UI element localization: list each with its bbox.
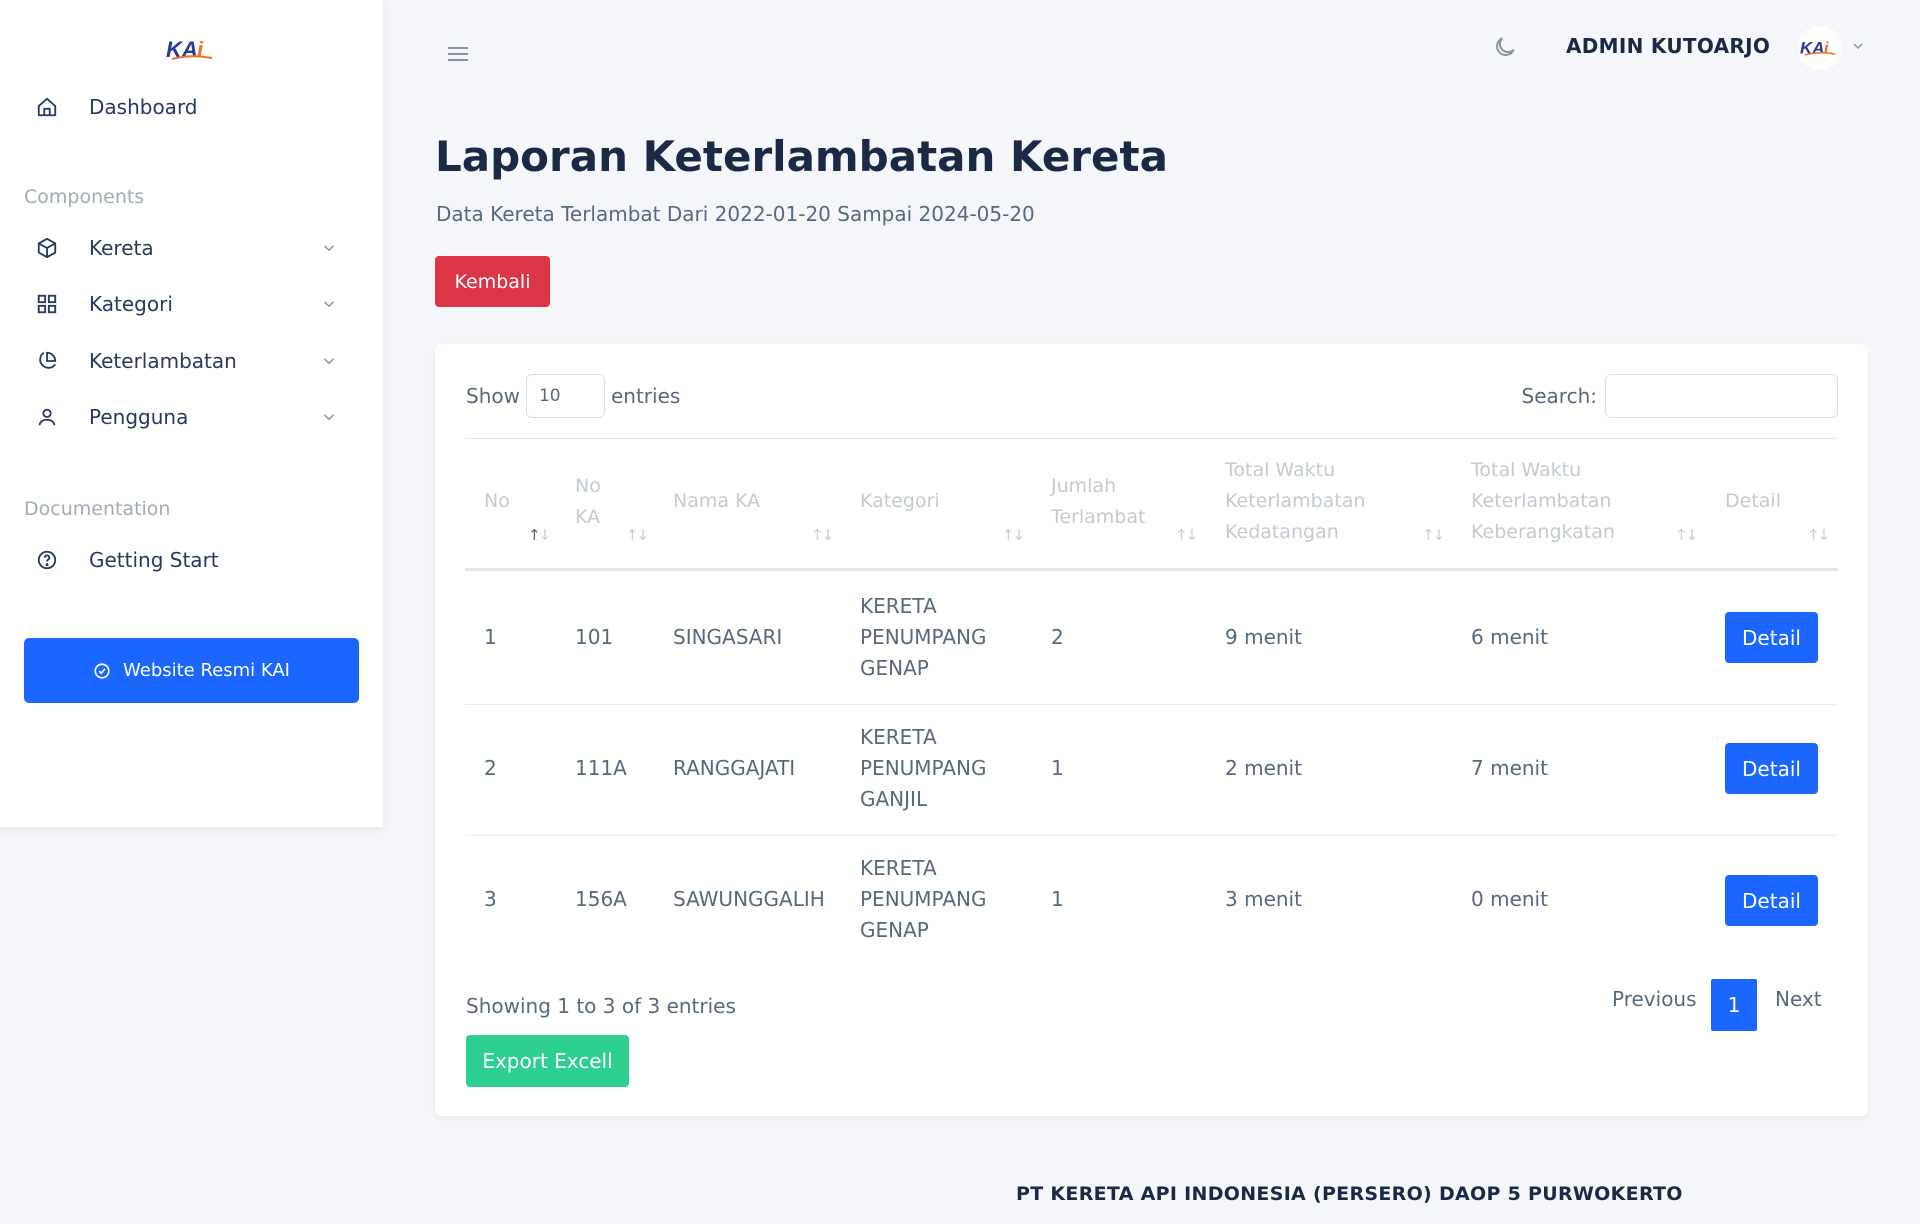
svg-text:i: i (197, 37, 204, 62)
documentation-heading: Documentation (24, 498, 171, 520)
cell-jumlah: 1 (1051, 887, 1064, 911)
sort-icon[interactable]: ↑↓ (1675, 526, 1698, 544)
pie-chart-icon (24, 337, 72, 385)
detail-button[interactable]: Detail (1725, 612, 1818, 663)
column-header-nama-ka[interactable]: Nama KA (673, 486, 760, 517)
search-input[interactable] (1605, 374, 1838, 418)
chevron-down-icon[interactable] (1850, 38, 1866, 54)
menu-toggle-icon[interactable] (446, 44, 470, 64)
search-label: Search: (1521, 384, 1597, 408)
column-header-detail[interactable]: Detail (1725, 486, 1781, 517)
kembali-button[interactable]: Kembali (435, 256, 550, 307)
cell-kedatangan: 9 menit (1225, 625, 1302, 649)
cell-nama-ka: SAWUNGGALIH (673, 887, 825, 911)
detail-button[interactable]: Detail (1725, 743, 1818, 794)
pagination-page-1[interactable]: 1 (1711, 979, 1757, 1031)
cell-no-ka: 101 (575, 625, 614, 649)
footer-text: PT KERETA API INDONESIA (PERSERO) DAOP 5… (1016, 1183, 1683, 1205)
cell-no: 1 (484, 625, 497, 649)
cell-jumlah: 2 (1051, 625, 1064, 649)
home-icon (24, 83, 72, 131)
svg-text:i: i (1824, 38, 1829, 57)
column-header-kategori[interactable]: Kategori (860, 486, 940, 517)
cell-no: 3 (484, 887, 497, 911)
column-header-no-ka[interactable]: No KA (575, 471, 601, 533)
help-circle-icon (24, 536, 72, 584)
sidebar-item-label: Dashboard (89, 95, 198, 119)
sidebar-item-dashboard[interactable]: Dashboard (24, 83, 354, 131)
sort-icon[interactable]: ↑↓ (1002, 526, 1025, 544)
cell-keberangkatan: 6 menit (1471, 625, 1548, 649)
website-resmi-label: Website Resmi KAI (123, 660, 290, 681)
cell-kategori: KERETA PENUMPANG GENAP (860, 856, 987, 942)
row-divider (465, 704, 1838, 705)
sort-icon[interactable]: ↑↓ (811, 526, 834, 544)
svg-text:KA: KA (1800, 38, 1824, 57)
chevron-down-icon (320, 294, 338, 312)
cell-kategori: KERETA PENUMPANG GENAP (860, 594, 987, 680)
sidebar: KA i Dashboard Components Kereta Kategor… (0, 0, 383, 827)
row-divider (465, 835, 1838, 836)
pagination-previous[interactable]: Previous (1612, 987, 1697, 1011)
detail-button[interactable]: Detail (1725, 875, 1818, 926)
avatar[interactable]: KA i (1798, 26, 1842, 70)
sidebar-item-kategori[interactable]: Kategori (24, 280, 354, 328)
check-circle-icon (94, 662, 110, 679)
chevron-down-icon (320, 407, 338, 425)
sort-icon[interactable]: ↑↓ (1175, 526, 1198, 544)
column-header-kedatangan[interactable]: Total Waktu Keterlambatan Kedatangan (1225, 455, 1365, 548)
entries-label: entries (610, 384, 681, 408)
grid-icon (24, 280, 72, 328)
sidebar-item-keterlambatan[interactable]: Keterlambatan (24, 337, 354, 385)
column-header-no[interactable]: No (484, 486, 510, 517)
page-subtitle: Data Kereta Terlambat Dari 2022-01-20 Sa… (436, 202, 1035, 226)
cell-keberangkatan: 0 menit (1471, 887, 1548, 911)
svg-text:KA: KA (166, 37, 198, 62)
sidebar-item-pengguna[interactable]: Pengguna (24, 393, 354, 441)
sidebar-item-label: Kereta (89, 236, 154, 260)
chevron-down-icon (320, 238, 338, 256)
sidebar-item-kereta[interactable]: Kereta (24, 224, 354, 272)
chevron-down-icon (320, 351, 338, 369)
sort-icon[interactable]: ↑↓ (1422, 526, 1445, 544)
column-header-jumlah-terlambat[interactable]: Jumlah Terlambat (1051, 471, 1145, 533)
pagination-next[interactable]: Next (1775, 987, 1822, 1011)
cell-kedatangan: 2 menit (1225, 756, 1302, 780)
sidebar-item-label: Kategori (89, 292, 173, 316)
cell-kategori: KERETA PENUMPANG GANJIL (860, 725, 987, 811)
cell-no: 2 (484, 756, 497, 780)
sidebar-item-label: Getting Start (89, 548, 219, 572)
entries-select[interactable]: 10 (525, 374, 605, 418)
column-header-keberangkatan[interactable]: Total Waktu Keterlambatan Keberangkatan (1471, 455, 1615, 548)
sidebar-item-getting-start[interactable]: Getting Start (24, 536, 354, 584)
cube-icon (24, 224, 72, 272)
sort-asc-icon[interactable]: ↑↓ (528, 526, 551, 544)
components-heading: Components (24, 186, 145, 208)
user-name[interactable]: ADMIN KUTOARJO (1566, 34, 1770, 58)
sidebar-item-label: Keterlambatan (89, 349, 237, 373)
cell-nama-ka: SINGASARI (673, 625, 783, 649)
cell-no-ka: 156A (575, 887, 627, 911)
sort-icon[interactable]: ↑↓ (626, 526, 649, 544)
sort-icon[interactable]: ↑↓ (1807, 526, 1830, 544)
show-label: Show (466, 384, 520, 408)
table-info: Showing 1 to 3 of 3 entries (466, 994, 736, 1018)
cell-keberangkatan: 7 menit (1471, 756, 1548, 780)
cell-no-ka: 111A (575, 756, 627, 780)
user-icon (24, 393, 72, 441)
cell-kedatangan: 3 menit (1225, 887, 1302, 911)
page-title: Laporan Keterlambatan Kereta (435, 132, 1168, 181)
table-top-divider (465, 438, 1838, 439)
website-resmi-button[interactable]: Website Resmi KAI (24, 638, 359, 703)
export-excel-button[interactable]: Export Excell (466, 1035, 629, 1087)
cell-nama-ka: RANGGAJATI (673, 756, 796, 780)
search-control: Search: (1522, 374, 1838, 418)
kai-logo[interactable]: KA i (166, 36, 218, 64)
cell-jumlah: 1 (1051, 756, 1064, 780)
moon-icon[interactable] (1492, 34, 1518, 60)
report-card: Show 10 entries Search: No ↑↓ No KA ↑↓ Na… (435, 344, 1868, 1116)
entries-length-control: Show 10 entries (466, 374, 680, 418)
sidebar-item-label: Pengguna (89, 405, 189, 429)
table-header-divider (465, 568, 1838, 571)
